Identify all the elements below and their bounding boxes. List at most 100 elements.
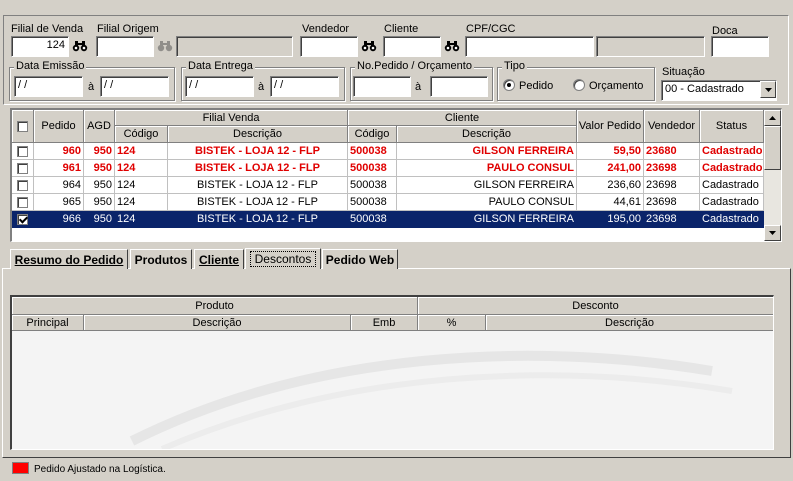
cell-agd: 950: [84, 211, 115, 228]
cell-valor: 236,60: [577, 177, 644, 194]
cell-valor: 44,61: [577, 194, 644, 211]
filial-origem-input[interactable]: [96, 36, 154, 57]
cpf-cgc-description: [596, 36, 705, 57]
row-checkbox[interactable]: [17, 163, 28, 174]
row-checkbox-cell[interactable]: [12, 211, 34, 228]
cell-filial-desc: BISTEK - LOJA 12 - FLP: [168, 211, 348, 228]
chevron-down-icon: [764, 87, 772, 92]
cell-cli-desc: PAULO CONSUL: [397, 160, 577, 177]
cell-vendedor: 23698: [644, 211, 700, 228]
cell-status: Cadastrado: [700, 177, 764, 194]
doca-input[interactable]: [711, 36, 769, 57]
col-emb[interactable]: Emb: [351, 315, 418, 331]
cliente-label: Cliente: [384, 23, 419, 35]
tab-descontos[interactable]: Descontos: [245, 248, 321, 269]
filial-venda-label: Filial de Venda: [11, 23, 84, 35]
col-pedido[interactable]: Pedido: [34, 110, 84, 143]
data-entrega-from[interactable]: / /: [185, 76, 254, 97]
col-filial-descricao[interactable]: Descrição: [168, 126, 348, 143]
scroll-up-button[interactable]: [764, 110, 781, 126]
col-cliente-descricao[interactable]: Descrição: [397, 126, 577, 143]
data-emissao-to[interactable]: / /: [100, 76, 169, 97]
col-vendedor[interactable]: Vendedor: [644, 110, 700, 143]
table-row[interactable]: 961 950 124 BISTEK - LOJA 12 - FLP 500038 PAU…: [12, 160, 764, 177]
col-percent[interactable]: %: [418, 315, 486, 331]
cell-pedido: 966: [34, 211, 84, 228]
cliente-search-icon[interactable]: [442, 36, 462, 56]
col-desconto-descricao[interactable]: Descrição: [486, 315, 773, 331]
legend-text: Pedido Ajustado na Logística.: [34, 464, 166, 475]
tab-cliente-label: Cliente: [198, 252, 239, 267]
row-checkbox[interactable]: [17, 146, 28, 157]
vendedor-input[interactable]: [300, 36, 358, 57]
data-entrega-label: Data Entrega: [186, 60, 255, 72]
col-agd[interactable]: AGD: [84, 110, 115, 143]
cell-status: Cadastrado: [700, 194, 764, 211]
vendedor-search-icon[interactable]: [359, 36, 379, 56]
tab-descontos-label: Descontos: [249, 251, 317, 267]
cell-cli-desc: PAULO CONSUL: [397, 194, 577, 211]
situacao-select[interactable]: 00 - Cadastrado: [661, 80, 777, 101]
col-status[interactable]: Status: [700, 110, 764, 143]
table-row[interactable]: 960 950 124 BISTEK - LOJA 12 - FLP 500038 GIL…: [12, 143, 764, 160]
cliente-input[interactable]: [383, 36, 441, 57]
no-pedido-from[interactable]: [353, 76, 411, 97]
col-cliente-codigo[interactable]: Código: [348, 126, 397, 143]
cell-filial: 124: [115, 143, 168, 160]
col-valor-pedido[interactable]: Valor Pedido: [577, 110, 644, 143]
data-emissao-from[interactable]: / /: [14, 76, 83, 97]
table-row[interactable]: 964 950 124 BISTEK - LOJA 12 - FLP 500038 GIL…: [12, 177, 764, 194]
row-checkbox-cell[interactable]: [12, 194, 34, 211]
row-checkbox[interactable]: [17, 214, 28, 225]
cell-cli-cod: 500038: [348, 160, 397, 177]
tab-pedido-web[interactable]: Pedido Web: [322, 249, 398, 269]
tab-resumo-label: Resumo do Pedido: [14, 252, 124, 267]
tipo-orcamento-label[interactable]: Orçamento: [589, 80, 643, 92]
tab-pedido-web-label: Pedido Web: [325, 252, 395, 267]
filial-venda-input[interactable]: 124: [11, 36, 69, 57]
cell-cli-desc: GILSON FERREIRA: [397, 211, 577, 228]
tipo-orcamento-radio[interactable]: [573, 79, 585, 91]
cell-filial: 124: [115, 194, 168, 211]
col-filial-codigo[interactable]: Código: [115, 126, 168, 143]
filial-venda-search-icon[interactable]: [70, 36, 90, 56]
tipo-pedido-radio[interactable]: [503, 79, 515, 91]
row-checkbox[interactable]: [17, 180, 28, 191]
col-produto-descricao[interactable]: Descrição: [84, 315, 351, 331]
col-principal[interactable]: Principal: [12, 315, 84, 331]
select-all-header[interactable]: [12, 110, 34, 143]
cell-cli-desc: GILSON FERREIRA: [397, 177, 577, 194]
table-row[interactable]: 966 950 124 BISTEK - LOJA 12 - FLP 500038 GIL…: [12, 211, 764, 228]
row-checkbox-cell[interactable]: [12, 143, 34, 160]
tipo-pedido-label[interactable]: Pedido: [519, 80, 553, 92]
tab-resumo-do-pedido[interactable]: Resumo do Pedido: [10, 249, 128, 269]
cell-valor: 195,00: [577, 211, 644, 228]
data-entrega-to[interactable]: / /: [270, 76, 339, 97]
tab-produtos[interactable]: Produtos: [130, 249, 192, 269]
pedidos-grid: Pedido AGD Filial Venda Código Descrição…: [10, 108, 782, 242]
row-checkbox[interactable]: [17, 197, 28, 208]
tab-cliente[interactable]: Cliente: [194, 249, 244, 269]
row-checkbox-cell[interactable]: [12, 160, 34, 177]
select-all-checkbox[interactable]: [17, 120, 28, 132]
table-row[interactable]: 965 950 124 BISTEK - LOJA 12 - FLP 500038 PAU…: [12, 194, 764, 211]
cell-vendedor: 23698: [644, 177, 700, 194]
situacao-label: Situação: [662, 66, 705, 78]
cell-filial-desc: BISTEK - LOJA 12 - FLP: [168, 143, 348, 160]
situacao-dropdown-button[interactable]: [760, 81, 776, 98]
cell-filial: 124: [115, 160, 168, 177]
cell-status: Cadastrado: [700, 160, 764, 177]
watermark-swoosh: [129, 350, 733, 449]
col-cliente-group: Cliente: [348, 110, 577, 126]
data-emissao-sep: à: [88, 81, 95, 93]
cpf-cgc-input[interactable]: [465, 36, 594, 57]
legend-color-swatch: [12, 462, 29, 474]
arrow-up-icon: [769, 116, 776, 120]
no-pedido-to[interactable]: [430, 76, 488, 97]
cell-pedido: 965: [34, 194, 84, 211]
cell-filial-desc: BISTEK - LOJA 12 - FLP: [168, 194, 348, 211]
grid-vertical-scrollbar[interactable]: [764, 110, 781, 241]
row-checkbox-cell[interactable]: [12, 177, 34, 194]
scroll-thumb[interactable]: [764, 126, 781, 170]
scroll-down-button[interactable]: [764, 225, 781, 241]
